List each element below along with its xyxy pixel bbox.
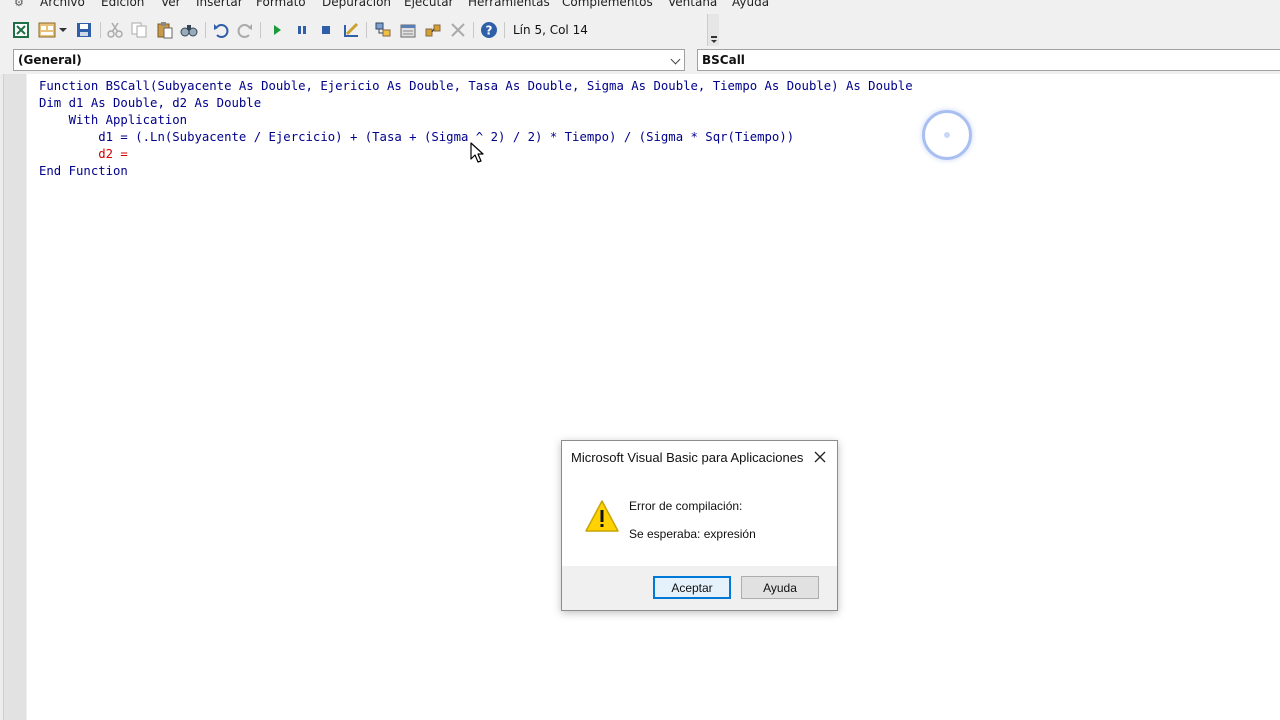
run-icon[interactable] (268, 21, 286, 39)
undo-icon[interactable] (212, 21, 230, 39)
help-button[interactable]: Ayuda (741, 576, 819, 599)
design-mode-icon[interactable] (342, 21, 360, 39)
toolbar-separator (366, 22, 367, 38)
help-icon[interactable]: ? (480, 21, 498, 39)
toolbar-separator (504, 22, 505, 38)
margin-indicator-inner (3, 74, 26, 720)
save-icon[interactable] (75, 21, 93, 39)
stop-icon[interactable] (317, 21, 335, 39)
code-line-6[interactable]: End Function (39, 163, 128, 180)
code-line-4[interactable]: d1 = (.Ln(Subyacente / Ejercicio) + (Tas… (39, 129, 794, 146)
menu-ejecutar[interactable]: Ejecutar (404, 0, 454, 9)
toolbar-separator (100, 22, 101, 38)
project-explorer-icon[interactable] (374, 21, 392, 39)
toolbar-separator (260, 22, 261, 38)
vba-app-icon[interactable]: ⚙ (14, 0, 30, 10)
menu-depuracion[interactable]: Depuración (322, 0, 391, 9)
dialog-title: Microsoft Visual Basic para Aplicaciones (571, 450, 804, 465)
paste-icon[interactable] (156, 21, 174, 39)
object-combobox-value: (General) (18, 53, 82, 67)
code-window: (General) BSCall Function BSCall(Subyace… (0, 47, 1280, 720)
warning-icon (585, 500, 619, 532)
overflow-bar (710, 36, 717, 38)
dialog-message-detail: Se esperaba: expresión (629, 527, 756, 541)
svg-text:?: ? (486, 24, 493, 38)
insert-dropdown-icon[interactable] (58, 21, 68, 39)
standard-toolbar: ? Lín 5, Col 14 (0, 14, 720, 46)
compile-error-dialog: Microsoft Visual Basic para Aplicaciones… (561, 440, 838, 611)
chevron-down-icon[interactable] (670, 54, 681, 65)
menu-formato[interactable]: Formato (256, 0, 306, 9)
menu-ventana[interactable]: Ventana (668, 0, 717, 9)
toolbar-separator (473, 22, 474, 38)
cursor-position-label: Lín 5, Col 14 (513, 23, 588, 37)
menu-insertar[interactable]: Insertar (196, 0, 243, 9)
menu-archivo[interactable]: Archivo (40, 0, 85, 9)
cut-icon[interactable] (106, 21, 124, 39)
code-line-1[interactable]: Function BSCall(Subyacente As Double, Ej… (39, 78, 913, 95)
dialog-message-heading: Error de compilación: (629, 499, 743, 513)
find-icon[interactable] (180, 21, 198, 39)
view-excel-icon[interactable] (12, 21, 30, 39)
copy-icon[interactable] (130, 21, 148, 39)
menu-edicion[interactable]: Edición (101, 0, 144, 9)
menu-ayuda[interactable]: Ayuda (732, 0, 769, 9)
code-editor: Function BSCall(Subyacente As Double, Ej… (0, 74, 1280, 720)
pause-icon[interactable] (293, 21, 311, 39)
insert-userform-icon[interactable] (38, 21, 56, 39)
procedure-combobox[interactable]: BSCall (697, 49, 1280, 71)
mouse-pointer-icon (470, 142, 484, 163)
code-line-3[interactable]: With Application (39, 112, 187, 129)
menu-ver[interactable]: Ver (161, 0, 181, 9)
properties-window-icon[interactable] (399, 21, 417, 39)
object-browser-icon[interactable] (424, 21, 442, 39)
toolbar-separator (205, 22, 206, 38)
toolbox-icon[interactable] (449, 21, 467, 39)
object-combobox[interactable]: (General) (13, 49, 685, 71)
code-line-5-error[interactable]: d2 = (39, 146, 128, 163)
margin-indicator-bar[interactable] (0, 74, 26, 720)
code-line-2[interactable]: Dim d1 As Double, d2 As Double (39, 95, 261, 112)
toolbar-overflow-button[interactable] (707, 14, 719, 46)
redo-icon[interactable] (236, 21, 254, 39)
close-icon[interactable] (811, 448, 829, 466)
menu-complementos[interactable]: Complementos (562, 0, 653, 9)
ok-button[interactable]: Aceptar (653, 576, 731, 599)
click-highlight-dot (944, 132, 950, 138)
menu-bar: ⚙ Archivo Edición Ver Insertar Formato D… (0, 0, 1280, 12)
code-text-area[interactable]: Function BSCall(Subyacente As Double, Ej… (27, 74, 1280, 720)
dialog-button-bar: Aceptar Ayuda (562, 566, 837, 610)
menu-herramientas[interactable]: Herramientas (468, 0, 550, 9)
overflow-arrow-icon (710, 40, 717, 43)
procedure-combobox-value: BSCall (702, 53, 745, 67)
